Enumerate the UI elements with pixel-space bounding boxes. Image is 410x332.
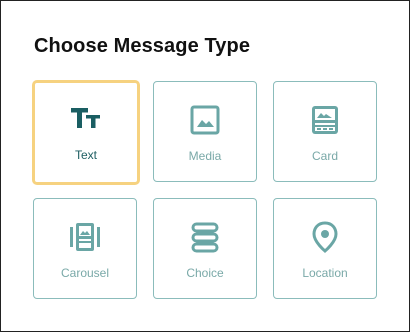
message-type-label: Text — [74, 148, 97, 162]
message-type-label: Choice — [186, 266, 224, 280]
dialog-title: Choose Message Type — [34, 35, 251, 57]
message-type-label: Carousel — [60, 266, 110, 280]
message-type-carousel[interactable]: Carousel — [33, 198, 137, 299]
card-icon — [312, 106, 338, 134]
message-type-card[interactable]: Card — [273, 81, 377, 182]
message-type-label: Card — [311, 149, 338, 163]
choose-message-type-dialog: Choose Message Type Text Media Card Caro… — [0, 0, 410, 332]
carousel-icon — [70, 223, 100, 251]
message-type-text[interactable]: Text — [32, 80, 140, 185]
message-type-label: Location — [302, 266, 348, 280]
message-type-choice[interactable]: Choice — [153, 198, 257, 299]
message-type-label: Media — [188, 149, 222, 163]
message-type-media[interactable]: Media — [153, 81, 257, 182]
text-format-icon — [71, 108, 100, 128]
location-pin-icon — [312, 221, 338, 253]
image-icon — [190, 105, 220, 135]
choice-list-icon — [191, 222, 219, 253]
message-type-location[interactable]: Location — [273, 198, 377, 299]
